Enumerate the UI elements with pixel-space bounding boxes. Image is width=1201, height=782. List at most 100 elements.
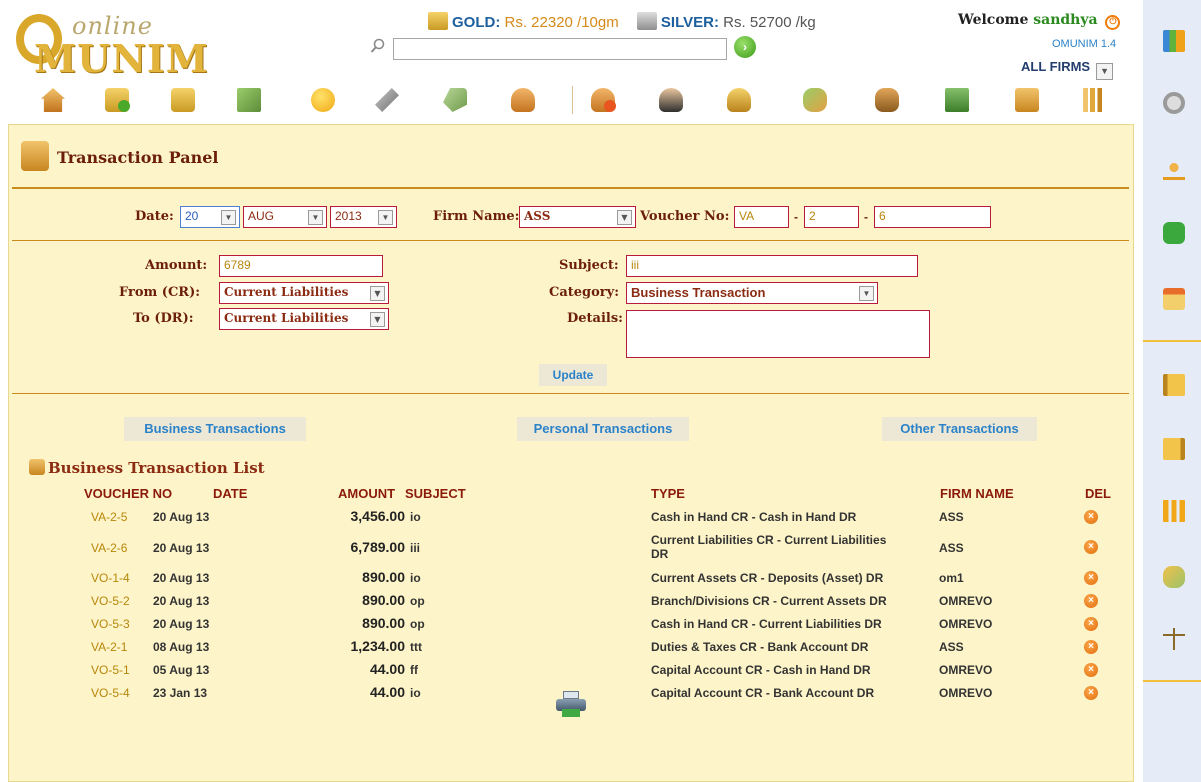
journal-book-icon[interactable] <box>1163 438 1185 460</box>
tag-icon[interactable] <box>438 84 472 116</box>
column-header-date: DATE <box>213 486 248 501</box>
voucher-no-link[interactable]: VO-5-4 <box>91 686 130 700</box>
money-bag-icon[interactable] <box>870 84 904 116</box>
row-date: 23 Jan 13 <box>153 686 208 700</box>
delete-icon[interactable]: × <box>1084 571 1098 585</box>
repair-icon[interactable] <box>232 84 266 116</box>
voucher-no-link[interactable]: VO-5-1 <box>91 663 130 677</box>
new-badge-icon[interactable] <box>306 84 340 116</box>
group-icon[interactable] <box>798 84 832 116</box>
row-firm: OMREVO <box>939 663 993 677</box>
logout-power-icon[interactable]: ⏻ <box>1105 15 1121 30</box>
delete-icon[interactable]: × <box>1084 510 1098 524</box>
voucher-no-link[interactable]: VA-2-5 <box>91 510 127 524</box>
day-value: 20 <box>185 209 199 223</box>
firm-name-value: ASS <box>524 209 551 223</box>
voucher-no-link[interactable]: VO-5-3 <box>91 617 130 631</box>
amount-label: Amount: <box>145 258 208 273</box>
add-gold-icon[interactable] <box>100 84 134 116</box>
row-firm: om1 <box>939 571 964 585</box>
row-amount: 44.00 <box>369 661 405 677</box>
row-firm: ASS <box>939 640 964 654</box>
delete-icon[interactable]: × <box>1084 540 1098 554</box>
search-icon <box>370 38 388 56</box>
row-date: 20 Aug 13 <box>153 571 210 585</box>
balance-scale-icon[interactable] <box>1163 628 1185 650</box>
voucher-prefix-input[interactable]: VA <box>734 206 789 228</box>
amount-input[interactable]: 6789 <box>219 255 383 277</box>
update-button[interactable]: Update <box>539 364 607 386</box>
delete-icon[interactable]: × <box>1084 640 1098 654</box>
printer-icon[interactable] <box>556 691 586 717</box>
row-date: 20 Aug 13 <box>153 617 210 631</box>
voucher-series-input[interactable]: 2 <box>804 206 859 228</box>
chevron-down-icon: ▼ <box>370 286 385 301</box>
search-go-button[interactable]: › <box>734 36 756 58</box>
firm-filter-select[interactable]: ALL FIRMS ▼ <box>1021 59 1114 80</box>
column-header-voucher: VOUCHER NO <box>84 486 173 501</box>
tab-other-transactions[interactable]: Other Transactions <box>882 417 1037 441</box>
row-firm: ASS <box>939 510 964 524</box>
dashboard-chart-icon[interactable] <box>1163 30 1185 52</box>
category-select[interactable]: Business Transaction ▼ <box>626 282 878 304</box>
column-header-del: DEL <box>1085 486 1111 501</box>
hierarchy-icon[interactable] <box>1163 158 1185 180</box>
subject-input[interactable]: iii <box>626 255 918 277</box>
tools-icon[interactable] <box>370 84 404 116</box>
staff-icon[interactable] <box>722 84 756 116</box>
settings-gear-icon[interactable] <box>1163 92 1185 114</box>
voucher-no-link[interactable]: VA-2-6 <box>91 541 127 555</box>
divider <box>12 187 1129 189</box>
row-subject: iii <box>410 541 421 555</box>
year-select[interactable]: 2013 ▼ <box>330 206 397 228</box>
bar-chart-icon[interactable] <box>1163 500 1185 522</box>
year-value: 2013 <box>335 209 362 223</box>
girvi-user-icon[interactable] <box>654 84 688 116</box>
row-amount: 3,456.00 <box>350 508 406 524</box>
from-cr-value: Current Liabilities <box>224 285 349 299</box>
row-type: Current Liabilities CR - Current Liabili… <box>651 533 887 561</box>
chevron-down-icon: ▼ <box>308 210 323 225</box>
voucher-no-link[interactable]: VA-2-1 <box>91 640 127 654</box>
row-subject: io <box>410 686 421 700</box>
row-date: 20 Aug 13 <box>153 541 210 555</box>
sidebar-divider <box>1143 680 1201 682</box>
home-icon[interactable] <box>36 84 70 116</box>
delete-icon[interactable]: × <box>1084 663 1098 677</box>
row-type: Branch/Divisions CR - Current Assets DR <box>651 594 887 608</box>
month-select[interactable]: AUG ▼ <box>243 206 327 228</box>
users-money-icon[interactable] <box>1163 566 1185 588</box>
row-type: Duties & Taxes CR - Bank Account DR <box>651 640 869 654</box>
details-textarea[interactable] <box>626 310 930 358</box>
cash-icon[interactable] <box>940 84 974 116</box>
firm-name-label: Firm Name: <box>433 209 520 224</box>
calendar-icon[interactable] <box>1163 288 1185 310</box>
from-cr-label: From (CR): <box>119 285 201 300</box>
row-firm: OMREVO <box>939 594 993 608</box>
day-select[interactable]: 20 ▼ <box>180 206 240 228</box>
omunim-logo[interactable]: online MUNIM <box>14 8 214 81</box>
app-header: online MUNIM GOLD: Rs. 22320 /10gm SILVE… <box>0 0 1140 122</box>
add-user-icon[interactable] <box>586 84 620 116</box>
to-dr-select[interactable]: Current Liabilities ▼ <box>219 308 389 330</box>
firm-name-select[interactable]: ASS ▼ <box>519 206 636 228</box>
ledger-book-icon[interactable] <box>1163 374 1185 396</box>
voucher-no-link[interactable]: VO-1-4 <box>91 571 130 585</box>
user-icon[interactable] <box>506 84 540 116</box>
voucher-number-input[interactable]: 6 <box>874 206 991 228</box>
chevron-down-icon: ▼ <box>617 210 632 225</box>
from-cr-select[interactable]: Current Liabilities ▼ <box>219 282 389 304</box>
gold-stock-icon[interactable] <box>166 84 200 116</box>
delete-icon[interactable]: × <box>1084 617 1098 631</box>
voucher-no-link[interactable]: VO-5-2 <box>91 594 130 608</box>
chat-icon[interactable] <box>1163 222 1185 244</box>
delete-icon[interactable]: × <box>1084 686 1098 700</box>
delete-icon[interactable]: × <box>1084 594 1098 608</box>
transaction-icon[interactable] <box>1010 84 1044 116</box>
report-chart-icon[interactable] <box>1078 84 1112 116</box>
chevron-down-icon: ▼ <box>1096 63 1114 80</box>
tab-business-transactions[interactable]: Business Transactions <box>124 417 306 441</box>
tab-personal-transactions[interactable]: Personal Transactions <box>517 417 689 441</box>
search-input[interactable] <box>393 38 727 60</box>
sidebar-divider <box>1143 340 1201 342</box>
